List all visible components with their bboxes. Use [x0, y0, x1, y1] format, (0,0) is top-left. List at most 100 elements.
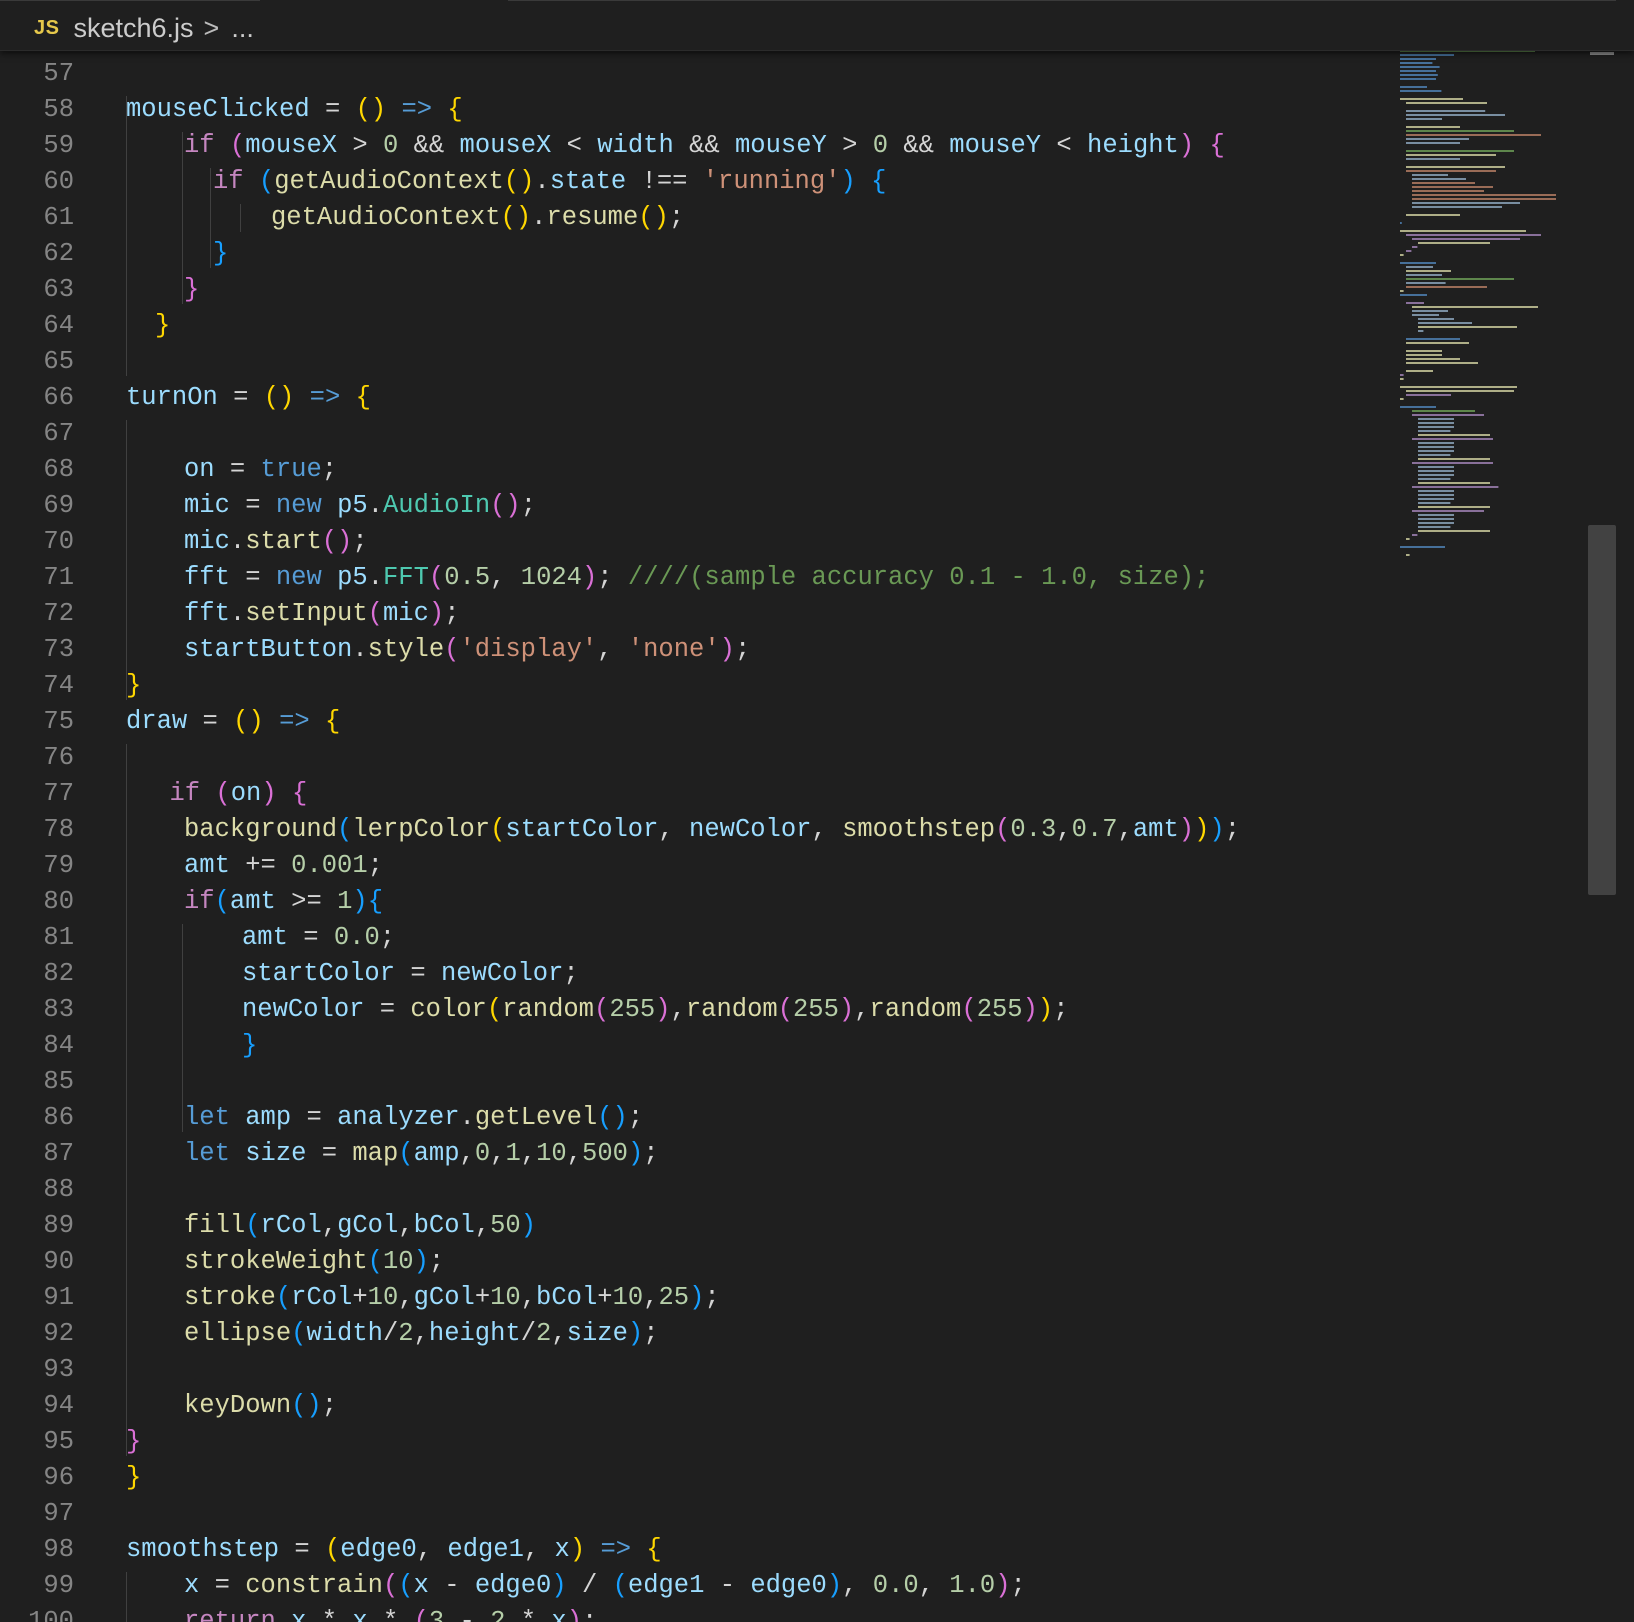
- code-text: fft = new p5.FFT(0.5, 1024); ////(sample…: [184, 560, 1209, 596]
- code-token: ;: [1010, 1571, 1026, 1600]
- code-token: ): [838, 995, 855, 1024]
- code-line[interactable]: 76: [0, 740, 1390, 776]
- line-number: 88: [43, 1175, 74, 1204]
- code-line[interactable]: 61 getAudioContext().resume();: [0, 200, 1390, 236]
- code-line[interactable]: 68 on = true;: [0, 452, 1390, 488]
- code-line[interactable]: 83 newColor = color(random(255),random(25…: [0, 992, 1390, 1028]
- minimap-line: [1418, 470, 1454, 472]
- minimap-line: [1406, 114, 1505, 116]
- code-line[interactable]: 85: [0, 1064, 1390, 1100]
- code-line[interactable]: 79 amt += 0.001;: [0, 848, 1390, 884]
- code-line[interactable]: 65: [0, 344, 1390, 380]
- minimap-line: [1412, 510, 1484, 512]
- line-number: 86: [43, 1103, 74, 1132]
- code-token: <: [1041, 131, 1088, 160]
- code-line[interactable]: 77 if (on) {: [0, 776, 1390, 812]
- code-line[interactable]: 62}: [0, 236, 1390, 272]
- minimap-line: [1418, 478, 1451, 480]
- code-line[interactable]: 100 return x * x * (3 - 2 * x);: [0, 1604, 1390, 1622]
- code-line[interactable]: 87 let size = map(amp,0,1,10,500);: [0, 1136, 1390, 1172]
- code-token: ): [551, 1571, 567, 1600]
- minimap[interactable]: [1398, 50, 1588, 610]
- line-number: 91: [43, 1283, 74, 1312]
- line-number: 70: [43, 527, 74, 556]
- code-token: ;: [643, 1139, 659, 1168]
- code-line[interactable]: 90 strokeWeight(10);: [0, 1244, 1390, 1280]
- breadcrumb-symbol-more[interactable]: ...: [231, 13, 254, 44]
- code-token: 2: [536, 1319, 552, 1348]
- minimap-line: [1418, 522, 1454, 524]
- code-token: ,: [918, 1571, 950, 1600]
- code-line[interactable]: 95}: [0, 1424, 1390, 1460]
- code-line[interactable]: 72 fft.setInput(mic);: [0, 596, 1390, 632]
- code-line[interactable]: 67: [0, 416, 1390, 452]
- code-line[interactable]: 73 startButton.style('display', 'none');: [0, 632, 1390, 668]
- code-line[interactable]: 88: [0, 1172, 1390, 1208]
- code-line[interactable]: 99 x = constrain((x - edge0) / (edge1 - e…: [0, 1568, 1390, 1604]
- code-token: (): [503, 167, 535, 196]
- code-line[interactable]: 58 mouseClicked = () => {: [0, 92, 1390, 128]
- code-line[interactable]: 78 background(lerpColor(startColor, newCo…: [0, 812, 1390, 848]
- code-token: (: [215, 779, 231, 808]
- code-token: 2: [490, 1607, 506, 1622]
- code-line[interactable]: 81 amt = 0.0;: [0, 920, 1390, 956]
- code-text: if(amt >= 1){: [184, 884, 383, 920]
- line-number: 79: [43, 851, 74, 880]
- code-line[interactable]: 98 smoothstep = (edge0, edge1, x) => {: [0, 1532, 1390, 1568]
- code-line[interactable]: 59 if (mouseX > 0 && mouseX < width && mo…: [0, 128, 1390, 164]
- code-token: ;: [367, 851, 383, 880]
- scrollbar-thumb[interactable]: [1588, 525, 1616, 895]
- code-line[interactable]: 96}: [0, 1460, 1390, 1496]
- code-line[interactable]: 92 ellipse(width/2,height/2,size);: [0, 1316, 1390, 1352]
- code-text: strokeWeight(10);: [184, 1244, 444, 1280]
- minimap-line: [1406, 266, 1433, 268]
- code-token: if: [169, 779, 201, 808]
- code-line[interactable]: 82 startColor = newColor;: [0, 956, 1390, 992]
- code-line[interactable]: 57: [0, 56, 1390, 92]
- line-number: 85: [43, 1067, 74, 1096]
- code-line[interactable]: 89 fill(rCol,gCol,bCol,50): [0, 1208, 1390, 1244]
- line-number: 92: [43, 1319, 74, 1348]
- code-line[interactable]: 66 turnOn = () => {: [0, 380, 1390, 416]
- line-number: 87: [43, 1139, 74, 1168]
- code-editor[interactable]: 57 58 mouseClicked = () => {59 if (mouseX >…: [0, 50, 1390, 1622]
- code-line[interactable]: 60 if (getAudioContext().state !== 'runni…: [0, 164, 1390, 200]
- code-line[interactable]: 71 fft = new p5.FFT(0.5, 1024); ////(samp…: [0, 560, 1390, 596]
- line-number: 60: [43, 167, 74, 196]
- minimap-line: [1412, 486, 1499, 488]
- minimap-line: [1400, 98, 1463, 100]
- minimap-line: [1406, 342, 1469, 344]
- code-line[interactable]: 75 draw = () => {: [0, 704, 1390, 740]
- minimap-line: [1418, 450, 1454, 452]
- code-token: &&: [673, 131, 735, 160]
- code-token: ;: [444, 599, 460, 628]
- vertical-scrollbar[interactable]: [1588, 50, 1616, 1622]
- code-token: color: [410, 995, 487, 1024]
- code-line[interactable]: 94 keyDown();: [0, 1388, 1390, 1424]
- minimap-line: [1406, 354, 1442, 356]
- code-line[interactable]: 84}: [0, 1028, 1390, 1064]
- code-line[interactable]: 70 mic.start();: [0, 524, 1390, 560]
- code-line[interactable]: 93: [0, 1352, 1390, 1388]
- code-line[interactable]: 97: [0, 1496, 1390, 1532]
- minimap-line: [1418, 422, 1454, 424]
- minimap-line: [1418, 498, 1454, 500]
- code-token: =>: [309, 383, 341, 412]
- code-token: smoothstep: [126, 1535, 280, 1564]
- code-line[interactable]: 91 stroke(rCol+10,gCol+10,bCol+10,25);: [0, 1280, 1390, 1316]
- code-line[interactable]: 74}: [0, 668, 1390, 704]
- breadcrumb-file-name[interactable]: sketch6.js: [73, 13, 193, 44]
- code-line[interactable]: 64}: [0, 308, 1390, 344]
- code-token: ): [719, 635, 735, 664]
- code-line[interactable]: 69 mic = new p5.AudioIn();: [0, 488, 1390, 524]
- code-token: 0: [474, 1139, 491, 1168]
- line-number: 100: [28, 1607, 74, 1622]
- code-line[interactable]: 63}: [0, 272, 1390, 308]
- code-token: 10: [367, 1283, 399, 1312]
- code-line[interactable]: 86 let amp = analyzer.getLevel();: [0, 1100, 1390, 1136]
- line-number: 72: [43, 599, 74, 628]
- code-line[interactable]: 80 if(amt >= 1){: [0, 884, 1390, 920]
- line-number: 96: [43, 1463, 74, 1492]
- code-token: (): [490, 491, 521, 520]
